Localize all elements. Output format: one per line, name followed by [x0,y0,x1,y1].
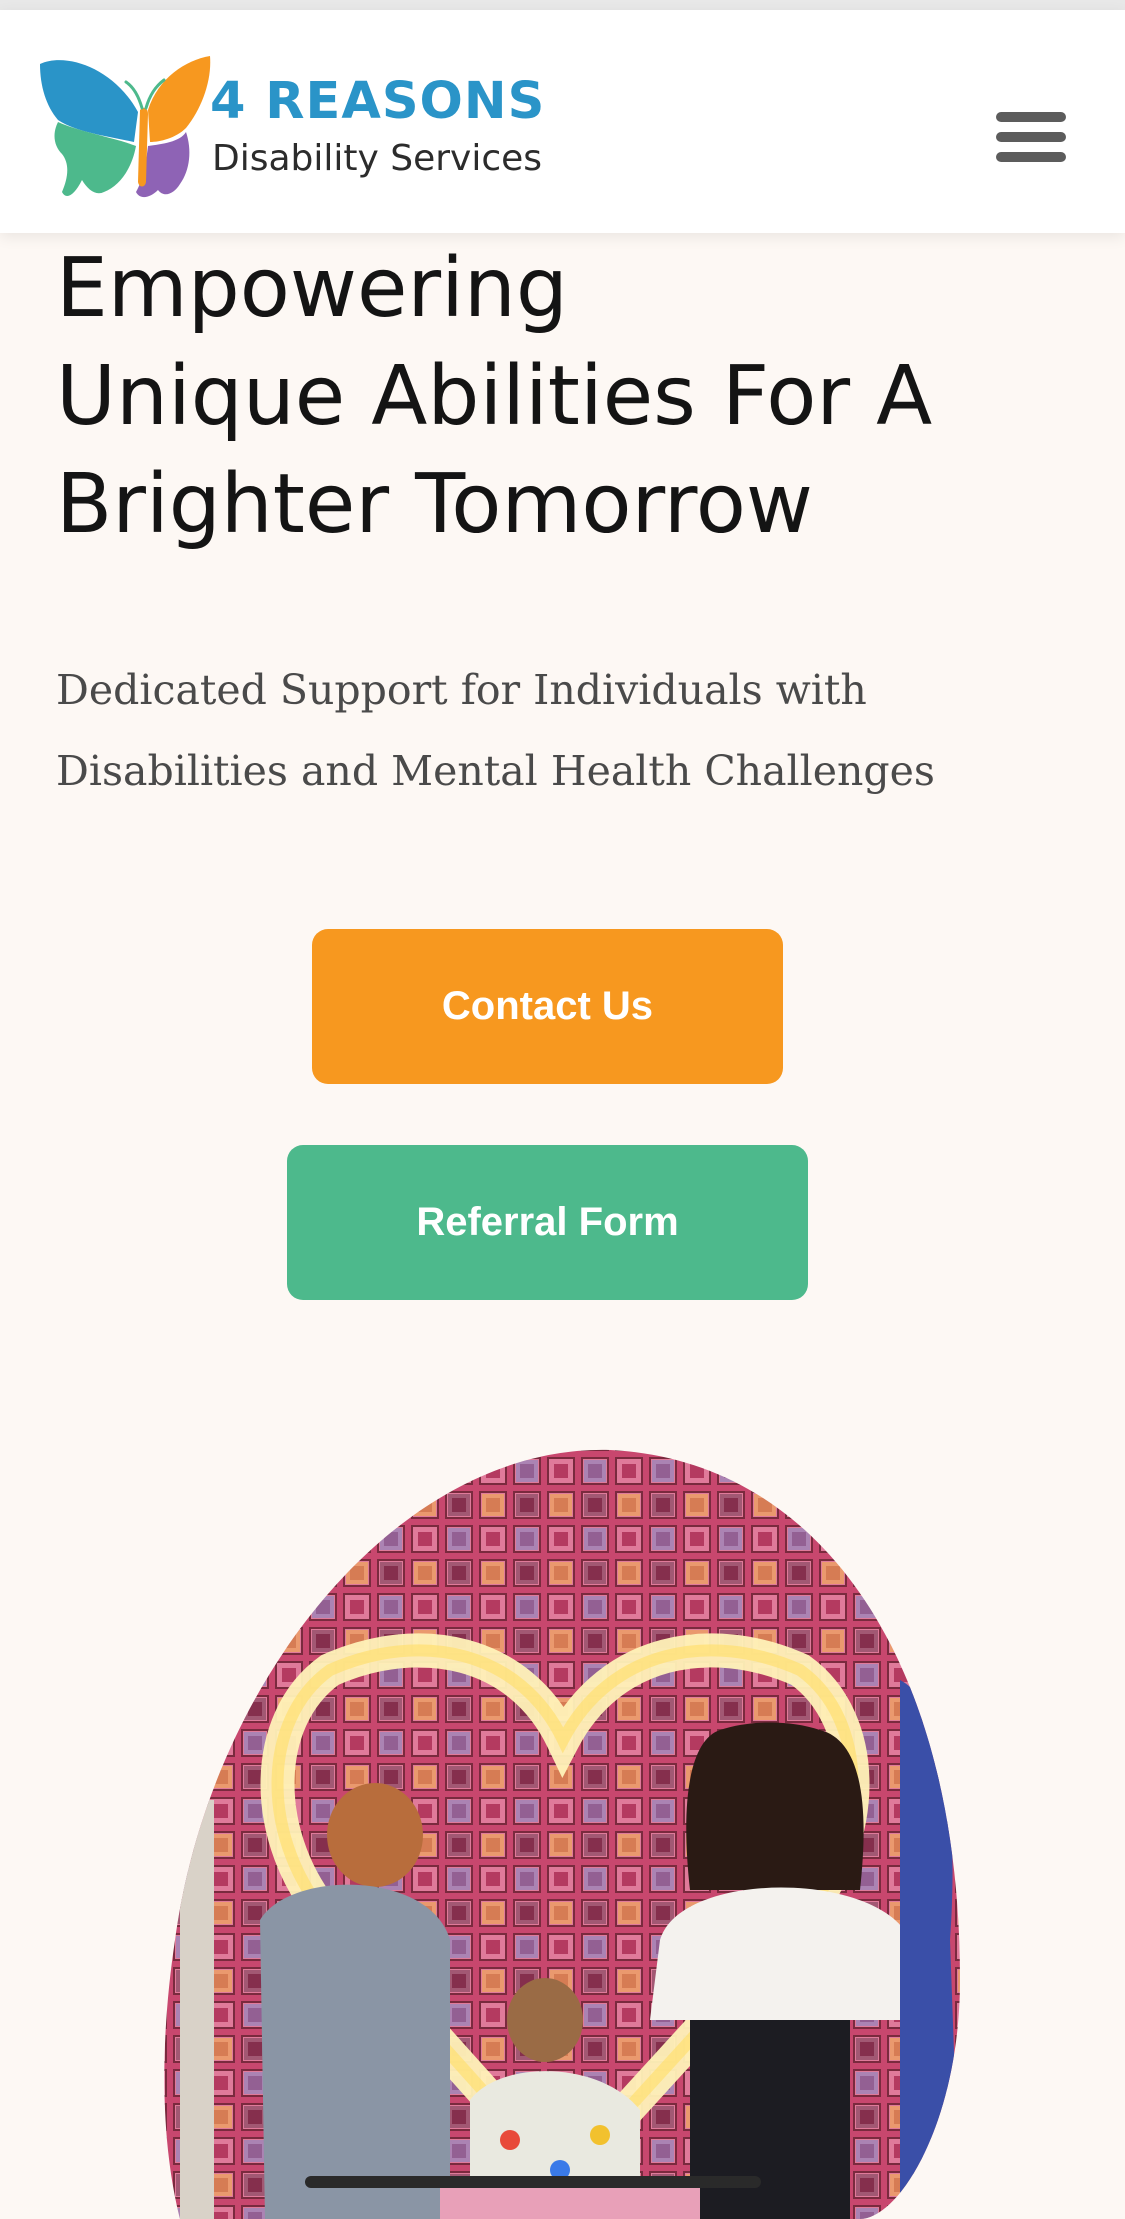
hero-subtitle: Dedicated Support for Individuals with D… [56,650,1076,812]
hero-subtitle-line: Dedicated Support for Individuals with [56,666,867,714]
site-header: 4 REASONS Disability Services [0,10,1125,233]
site-logo[interactable]: 4 REASONS Disability Services [36,50,556,210]
logo-subtitle: Disability Services [212,138,543,179]
hamburger-menu-icon[interactable] [990,108,1070,166]
menu-bar-top [996,112,1066,122]
menu-bar-bottom [996,152,1066,162]
hero-title-line: Brighter Tomorrow [56,457,813,552]
contact-us-button[interactable]: Contact Us [312,929,783,1084]
hero-title-line: Unique Abilities For A [56,349,933,444]
butterfly-logo-icon [40,56,211,198]
hero-subtitle-line: Disabilities and Mental Health Challenge… [56,747,935,795]
menu-bar-middle [996,132,1066,142]
hero-photo [164,1449,960,2219]
referral-form-button[interactable]: Referral Form [287,1145,808,1300]
hero-title-line: Empowering [56,241,568,336]
logo-title: 4 REASONS [210,72,546,131]
hero-title: Empowering Unique Abilities For A Bright… [56,235,1056,559]
home-indicator [305,2176,761,2188]
